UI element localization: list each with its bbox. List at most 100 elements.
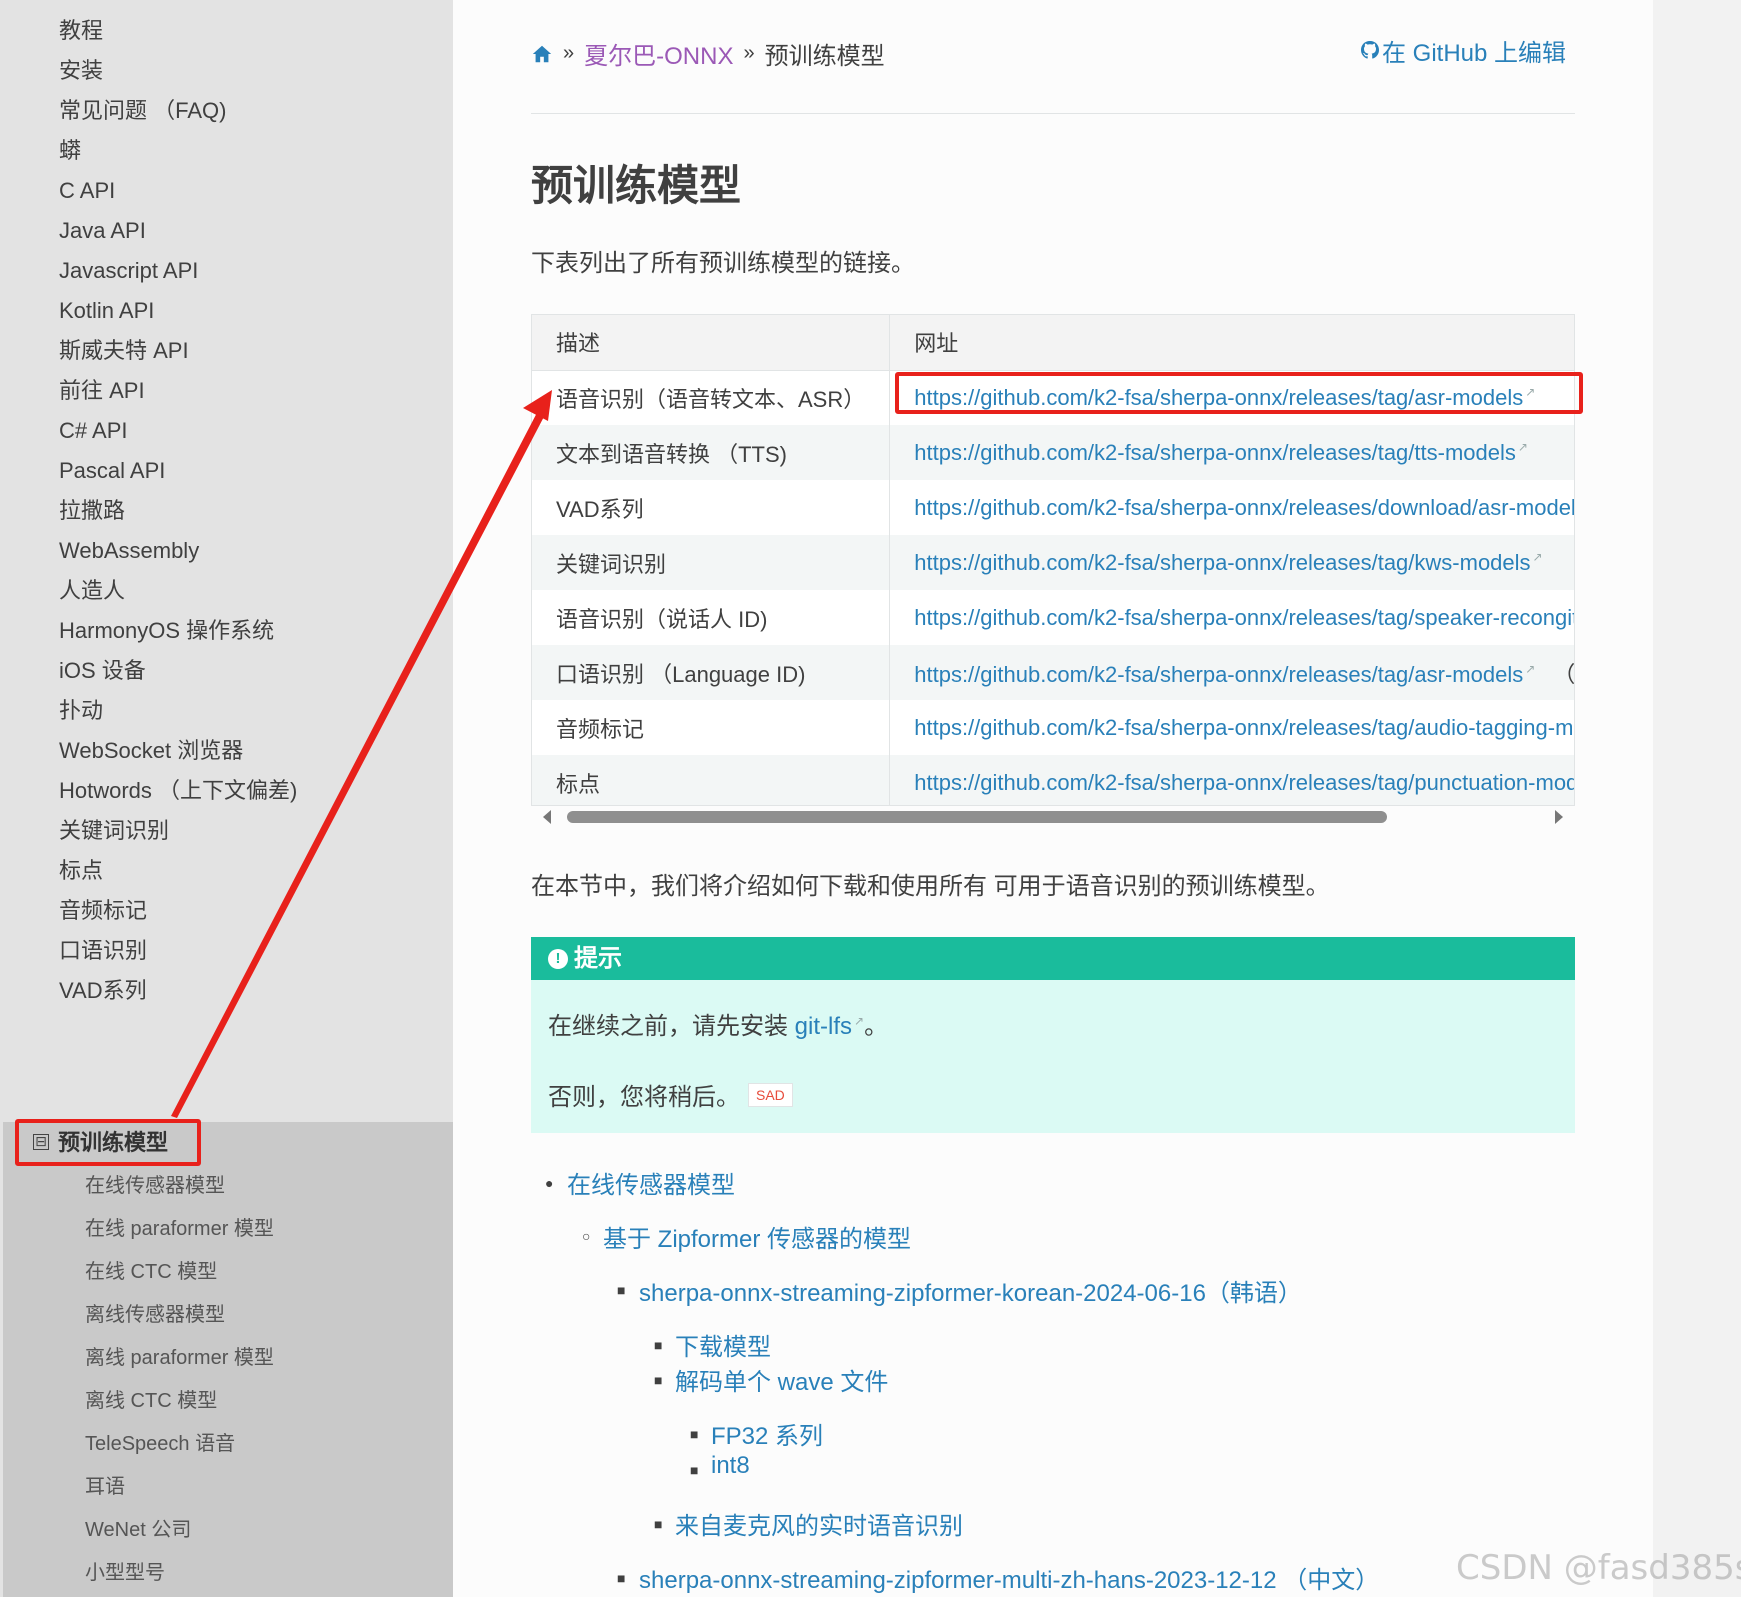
admonition-title-label: 提示 <box>574 945 622 972</box>
sidebar-item-python[interactable]: 蟒 <box>59 133 81 169</box>
model-link[interactable]: https://github.com/k2-fsa/sherpa-onnx/re… <box>914 495 1574 520</box>
sidebar-subitem-online-transducer[interactable]: 在线传感器模型 <box>85 1171 225 1201</box>
sidebar-item-ios[interactable]: iOS 设备 <box>59 653 146 689</box>
sidebar-item-go-api[interactable]: 前往 API <box>59 373 145 409</box>
sidebar-subitem-offline-ctc[interactable]: 离线 CTC 模型 <box>85 1386 217 1416</box>
breadcrumb: » 夏尔巴-ONNX » 预训练模型 <box>531 36 885 71</box>
sidebar-subitem-small-models[interactable]: 小型型号 <box>85 1558 165 1588</box>
sidebar-item-lazarus[interactable]: 拉撒路 <box>59 493 125 529</box>
page-title: 预训练模型 <box>531 161 742 210</box>
breadcrumb-parent-link[interactable]: 夏尔巴-ONNX <box>584 36 733 71</box>
scrollbar-thumb[interactable] <box>567 811 1387 823</box>
sidebar-subitem-whisper[interactable]: 耳语 <box>85 1472 125 1502</box>
toc-link-multi-zh-hans[interactable]: sherpa-onnx-streaming-zipformer-multi-zh… <box>639 1567 1379 1594</box>
toc-item-l4: 下载模型 <box>675 1327 771 1362</box>
table-row: 关键词识别 https://github.com/k2-fsa/sherpa-o… <box>532 535 1574 590</box>
bullet-circle-icon: ○ <box>582 1228 591 1244</box>
sidebar-subitem-wenet[interactable]: WeNet 公司 <box>85 1515 191 1545</box>
sidebar-item-java-api[interactable]: Java API <box>59 213 146 249</box>
scroll-right-icon[interactable] <box>1555 810 1563 824</box>
git-lfs-link[interactable]: git-lfs <box>795 1013 852 1040</box>
sidebar-item-android[interactable]: 人造人 <box>59 573 125 609</box>
table-row: 文本到语音转换 （TTS) https://github.com/k2-fsa/… <box>532 425 1574 480</box>
toc-item-l1: 在线传感器模型 <box>567 1165 735 1200</box>
bullet-square-icon: ■ <box>690 1426 699 1442</box>
table-cell-desc: VAD系列 <box>532 480 891 535</box>
table-cell-desc: 音频标记 <box>532 700 891 755</box>
tip-admonition: ! 提示 在继续之前，请先安装 git-lfs ↗。 否则，您将稍后。 SAD <box>531 937 1575 1133</box>
sidebar-item-kws[interactable]: 关键词识别 <box>59 813 169 849</box>
toc-link-decode-wave[interactable]: 解码单个 wave 文件 <box>675 1369 888 1396</box>
sidebar-item-flutter[interactable]: 扑动 <box>59 693 103 729</box>
sidebar-item-javascript-api[interactable]: Javascript API <box>59 253 198 289</box>
edit-on-github-link[interactable]: 在 GitHub 上编辑 <box>1360 33 1566 68</box>
toc-link-microphone[interactable]: 来自麦克风的实时语音识别 <box>675 1513 963 1540</box>
admonition-text: 。 <box>864 1013 889 1040</box>
table-row: 语音识别（语音转文本、ASR） https://github.com/k2-fs… <box>532 370 1574 425</box>
sidebar-item-c-api[interactable]: C API <box>59 173 115 209</box>
sidebar-item-harmonyos[interactable]: HarmonyOS 操作系统 <box>59 613 274 649</box>
collapse-icon[interactable]: ⊟ <box>33 1134 49 1150</box>
sidebar-item-webassembly[interactable]: WebAssembly <box>59 533 199 569</box>
sidebar-item-install[interactable]: 安装 <box>59 53 103 89</box>
models-table: 描述 网址 语音识别（语音转文本、ASR） https://github.com… <box>532 315 1574 805</box>
model-link[interactable]: https://github.com/k2-fsa/sherpa-onnx/re… <box>914 550 1530 575</box>
model-link[interactable]: https://github.com/k2-fsa/sherpa-onnx/re… <box>914 770 1574 795</box>
column-header-url: 网址 <box>889 315 1574 371</box>
sidebar-item-punctuation[interactable]: 标点 <box>59 853 103 889</box>
table-horizontal-scrollbar[interactable] <box>531 806 1575 828</box>
model-link[interactable]: https://github.com/k2-fsa/sherpa-onnx/re… <box>914 440 1516 465</box>
model-link[interactable]: https://github.com/k2-fsa/sherpa-onnx/re… <box>914 605 1574 630</box>
admonition-title: ! 提示 <box>531 937 1575 980</box>
sidebar-item-websocket[interactable]: WebSocket 浏览器 <box>59 733 243 769</box>
table-row: VAD系列 https://github.com/k2-fsa/sherpa-o… <box>532 480 1574 535</box>
table-cell-url: https://github.com/k2-fsa/sherpa-onnx/re… <box>889 590 1574 645</box>
edit-on-github-label: 在 GitHub 上编辑 <box>1382 40 1567 67</box>
external-link-icon: ↗ <box>1517 440 1528 455</box>
sidebar-item-pretrained-models[interactable]: 预训练模型 <box>58 1125 168 1161</box>
sidebar-item-faq[interactable]: 常见问题 （FAQ) <box>59 93 226 129</box>
scroll-left-icon[interactable] <box>543 810 551 824</box>
toc-link-online-transducer[interactable]: 在线传感器模型 <box>567 1172 735 1199</box>
sidebar-subitem-offline-paraformer[interactable]: 离线 paraformer 模型 <box>85 1343 274 1373</box>
sidebar-item-pascal-api[interactable]: Pascal API <box>59 453 165 489</box>
sidebar-item-vad[interactable]: VAD系列 <box>59 973 147 1009</box>
toc-link-download-model[interactable]: 下载模型 <box>675 1334 771 1361</box>
table-cell-url: https://github.com/k2-fsa/sherpa-onnx/re… <box>889 370 1574 425</box>
toc-link-korean-model[interactable]: sherpa-onnx-streaming-zipformer-korean-2… <box>639 1280 1302 1307</box>
toc-link-int8[interactable]: int8 <box>711 1452 750 1479</box>
admonition-text: 否则，您将稍后。 <box>548 1084 740 1111</box>
sidebar-item-tutorial[interactable]: 教程 <box>59 13 103 49</box>
exclamation-icon: ! <box>548 948 568 969</box>
home-icon[interactable] <box>531 43 553 65</box>
admonition-text: 在继续之前，请先安装 <box>548 1013 795 1040</box>
admonition-paragraph: 否则，您将稍后。 SAD <box>548 1077 793 1112</box>
sidebar-item-hotwords[interactable]: Hotwords （上下文偏差) <box>59 773 297 809</box>
external-link-icon: ↗ <box>1532 550 1543 565</box>
toc-link-zipformer[interactable]: 基于 Zipformer 传感器的模型 <box>603 1226 911 1253</box>
sidebar-item-spoken-language-id[interactable]: 口语识别 <box>59 933 147 969</box>
sidebar-subitem-online-paraformer[interactable]: 在线 paraformer 模型 <box>85 1214 274 1244</box>
table-cell-url: https://github.com/k2-fsa/sherpa-onnx/re… <box>889 425 1574 480</box>
external-link-icon: ↗ <box>1525 662 1536 677</box>
sidebar-subitem-telespeech[interactable]: TeleSpeech 语音 <box>85 1429 235 1459</box>
sidebar-item-csharp-api[interactable]: C# API <box>59 413 127 449</box>
sad-badge: SAD <box>748 1082 793 1107</box>
sidebar-item-swift-api[interactable]: 斯威夫特 API <box>59 333 189 369</box>
sidebar-item-audio-tagging[interactable]: 音频标记 <box>59 893 147 929</box>
toc-link-fp32[interactable]: FP32 系列 <box>711 1423 823 1450</box>
model-link[interactable]: https://github.com/k2-fsa/sherpa-onnx/re… <box>914 385 1523 410</box>
table-row: 标点 https://github.com/k2-fsa/sherpa-onnx… <box>532 755 1574 805</box>
model-link[interactable]: https://github.com/k2-fsa/sherpa-onnx/re… <box>914 715 1574 740</box>
model-link[interactable]: https://github.com/k2-fsa/sherpa-onnx/re… <box>914 662 1523 687</box>
sidebar-item-kotlin-api[interactable]: Kotlin API <box>59 293 154 329</box>
toc-item-l4: 来自麦克风的实时语音识别 <box>675 1506 963 1541</box>
table-row: 音频标记 https://github.com/k2-fsa/sherpa-on… <box>532 700 1574 755</box>
models-table-container[interactable]: 描述 网址 语音识别（语音转文本、ASR） https://github.com… <box>531 314 1575 806</box>
sidebar-subitem-online-ctc[interactable]: 在线 CTC 模型 <box>85 1257 217 1287</box>
sidebar-subitem-offline-transducer[interactable]: 离线传感器模型 <box>85 1300 225 1330</box>
table-cell-desc: 标点 <box>532 755 891 805</box>
bullet-square-icon: ■ <box>617 1282 626 1298</box>
section-intro-text: 在本节中，我们将介绍如何下载和使用所有 可用于语音识别的预训练模型。 <box>531 873 1330 900</box>
github-icon <box>1361 40 1379 59</box>
